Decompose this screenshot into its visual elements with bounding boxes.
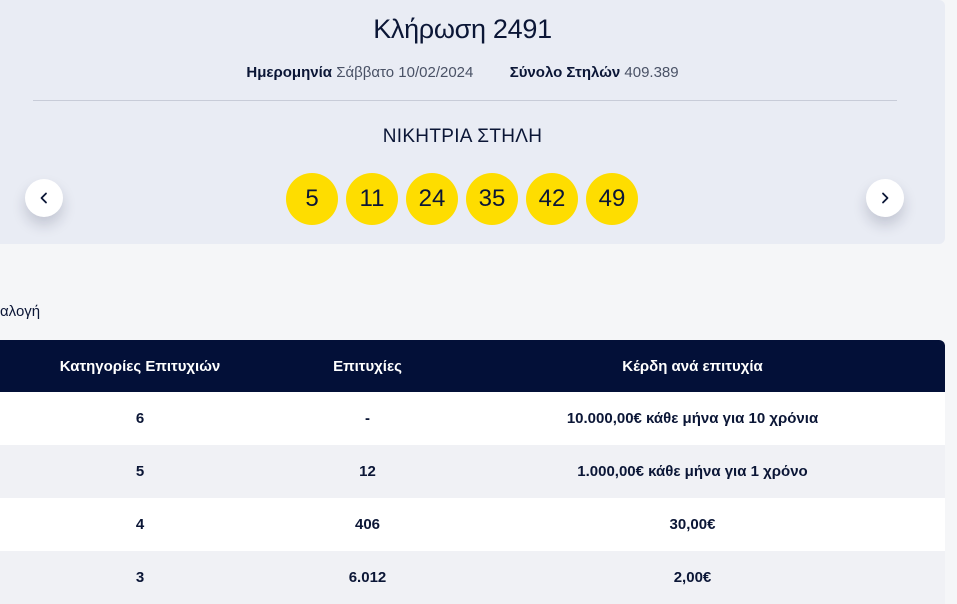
- prize-cell: 2,00€: [673, 569, 712, 586]
- columns-label: Σύνολο Στηλών: [509, 64, 621, 81]
- table-row: 4 406 30,00€: [0, 498, 945, 551]
- table-row: 6 - 10.000,00€ κάθε μήνα για 10 χρόνια: [0, 392, 945, 445]
- section-label: αλογή: [0, 303, 41, 320]
- prize-cell: 10.000,00€ κάθε μήνα για 10 χρόνια: [566, 410, 819, 427]
- chevron-left-icon: [40, 192, 47, 204]
- chevron-right-icon: [882, 192, 889, 204]
- prize-cell: 1.000,00€ κάθε μήνα για 1 χρόνο: [577, 463, 808, 480]
- header-categories: Κατηγορίες Επιτυχιών: [59, 357, 221, 375]
- table-row: 5 12 1.000,00€ κάθε μήνα για 1 χρόνο: [0, 445, 945, 498]
- number-ball: 42: [526, 173, 578, 225]
- number-ball: 5: [286, 173, 338, 225]
- next-draw-button[interactable]: [866, 179, 904, 217]
- number-ball: 49: [586, 173, 638, 225]
- winners-cell: 6.012: [348, 569, 387, 586]
- category-cell: 3: [135, 569, 145, 586]
- prize-cell: 30,00€: [669, 516, 716, 533]
- table-header: Κατηγορίες Επιτυχιών Επιτυχίες Κέρδη ανά…: [0, 340, 945, 392]
- draw-title: Κλήρωση 2491: [373, 14, 552, 44]
- prize-table: Κατηγορίες Επιτυχιών Επιτυχίες Κέρδη ανά…: [0, 340, 945, 604]
- winning-numbers: 5 11 24 35 42 49: [286, 173, 638, 225]
- draw-card: Κλήρωση 2491 Ημερομηνία Σάββατο 10/02/20…: [0, 0, 945, 244]
- date-label: Ημερομηνία: [246, 64, 333, 81]
- header-winners: Επιτυχίες: [333, 357, 402, 375]
- winners-cell: 12: [359, 463, 376, 480]
- previous-draw-button[interactable]: [25, 179, 63, 217]
- table-row: 3 6.012 2,00€: [0, 551, 945, 604]
- category-cell: 6: [135, 410, 145, 427]
- winning-column-label: ΝΙΚΗΤΡΙΑ ΣΤΗΛΗ: [382, 126, 543, 147]
- divider: [33, 100, 897, 101]
- columns-value: 409.389: [624, 64, 679, 81]
- number-ball: 11: [346, 173, 398, 225]
- winners-cell: 406: [354, 516, 381, 533]
- winners-cell: -: [365, 410, 370, 427]
- number-ball: 24: [406, 173, 458, 225]
- category-cell: 4: [135, 516, 145, 533]
- draw-meta: Ημερομηνία Σάββατο 10/02/2024 Σύνολο Στη…: [0, 64, 925, 81]
- number-ball: 35: [466, 173, 518, 225]
- header-prize: Κέρδη ανά επιτυχία: [622, 357, 763, 375]
- date-value: Σάββατο 10/02/2024: [336, 64, 474, 81]
- category-cell: 5: [135, 463, 145, 480]
